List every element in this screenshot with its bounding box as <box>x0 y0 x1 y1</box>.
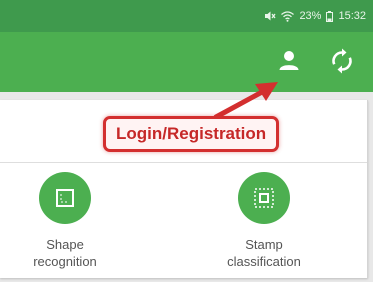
card-divider <box>0 162 367 163</box>
shape-recognition-label: Shape recognition <box>33 237 97 269</box>
status-bar: 23% 15:32 <box>0 0 373 32</box>
mute-icon <box>264 10 276 22</box>
stamp-classification-icon <box>238 172 290 224</box>
status-icons: 23% 15:32 <box>264 10 366 22</box>
battery-percent: 23% <box>299 10 322 22</box>
stamp-classification-label: Stamp classification <box>227 237 301 269</box>
stamp-classification-tile[interactable]: Stamp classification <box>199 172 329 270</box>
clock: 15:32 <box>338 10 366 22</box>
battery-icon <box>326 10 334 22</box>
sync-icon <box>327 46 357 76</box>
account-icon <box>274 46 304 76</box>
login-registration-callout: Login/Registration <box>103 116 280 152</box>
app-toolbar <box>0 32 373 92</box>
shape-recognition-tile[interactable]: Shape recognition <box>0 172 130 270</box>
sync-button[interactable] <box>327 46 357 76</box>
login-registration-button[interactable] <box>274 46 304 76</box>
shape-recognition-icon <box>39 172 91 224</box>
wifi-icon <box>281 10 295 22</box>
